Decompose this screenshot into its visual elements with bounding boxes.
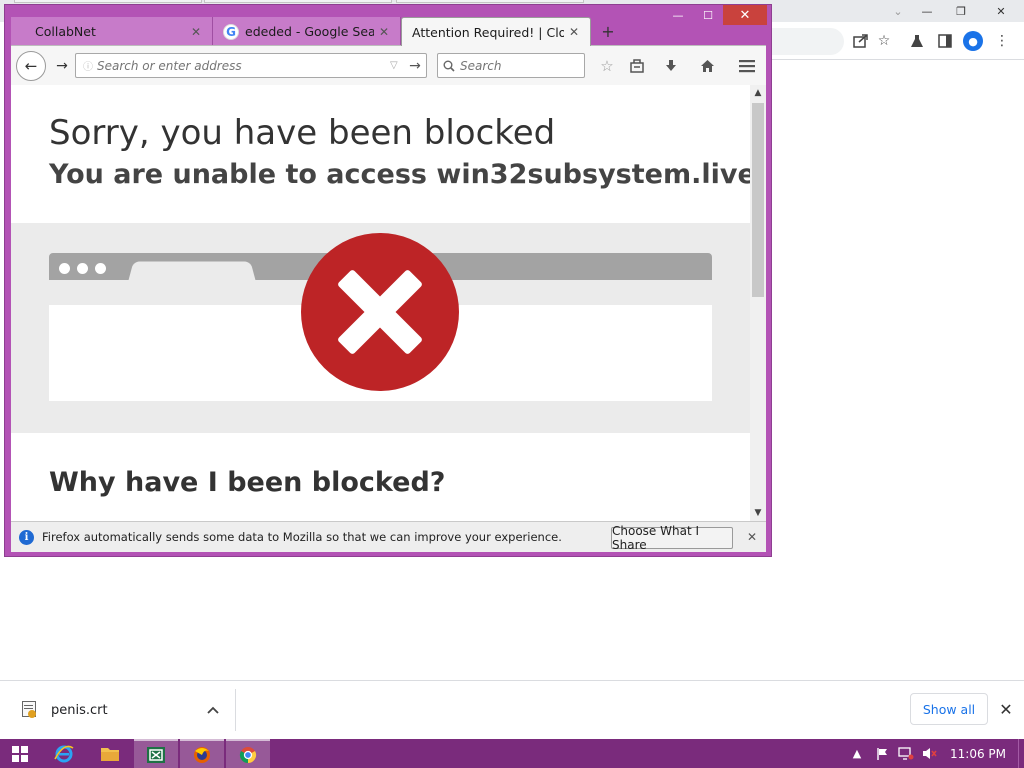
close-button[interactable]: ✕ xyxy=(723,5,767,25)
windows-logo-icon xyxy=(12,745,28,762)
tab-label: ededed - Google Search xyxy=(245,24,374,39)
maximize-button[interactable]: ☐ xyxy=(693,5,723,25)
close-tab-icon[interactable]: ✕ xyxy=(564,22,584,42)
back-arrow-icon[interactable]: ← xyxy=(16,51,46,81)
download-bar: penis.crt Show all ✕ xyxy=(0,681,1024,739)
search-bar[interactable] xyxy=(437,53,585,78)
file-explorer-icon[interactable] xyxy=(88,739,132,768)
blocked-illustration xyxy=(11,223,750,433)
page-title: Sorry, you have been blocked xyxy=(49,113,556,153)
search-icon xyxy=(438,60,460,72)
show-desktop-button[interactable] xyxy=(1018,739,1024,768)
kebab-menu-icon[interactable]: ⋮ xyxy=(991,31,1013,51)
choose-what-i-share-button[interactable]: Choose What I Share xyxy=(611,524,733,552)
tab-label: CollabNet xyxy=(35,24,96,39)
chrome-window-controls: ⌄ — ❐ ✕ xyxy=(886,0,1024,22)
clock[interactable]: 11:06 PM xyxy=(950,739,1006,768)
firefox-tab-strip: CollabNet ✕ G ededed - Google Search ✕ A… xyxy=(5,5,771,46)
certificate-file-icon xyxy=(20,701,38,719)
show-hidden-icons-icon[interactable]: ▲ xyxy=(850,739,864,768)
minimize-button[interactable]: — xyxy=(663,5,693,25)
tab-search-icon[interactable]: ⌄ xyxy=(886,0,910,22)
excel-icon[interactable] xyxy=(134,739,178,768)
google-icon: G xyxy=(223,23,239,40)
scroll-up-arrow-icon[interactable]: ▲ xyxy=(750,85,766,101)
firefox-window-controls: — ☐ ✕ xyxy=(663,5,767,27)
notification-bar: i Firefox automatically sends some data … xyxy=(11,521,766,552)
close-icon[interactable]: ✕ xyxy=(743,528,761,546)
chrome-toolbar: ☆ ● ⋮ xyxy=(770,22,1024,60)
dropdown-arrow-icon[interactable]: ▽ xyxy=(390,60,404,71)
share-icon[interactable] xyxy=(850,31,872,51)
chrome-tab[interactable] xyxy=(14,0,202,3)
go-arrow-icon[interactable]: → xyxy=(404,58,426,74)
url-input[interactable] xyxy=(97,55,390,76)
tab-collabnet[interactable]: CollabNet ✕ xyxy=(11,17,213,46)
firefox-icon[interactable] xyxy=(180,739,224,768)
url-bar[interactable]: ⓘ ▽ → xyxy=(75,53,427,78)
internet-explorer-icon[interactable] xyxy=(42,739,86,768)
notification-text: Firefox automatically sends some data to… xyxy=(42,530,562,544)
scroll-thumb[interactable] xyxy=(752,103,764,297)
tab-label: Attention Required! | Clou... xyxy=(412,24,564,40)
close-tab-icon[interactable]: ✕ xyxy=(374,22,394,42)
page-content: Sorry, you have been blocked You are una… xyxy=(11,85,750,521)
restore-button[interactable]: ❐ xyxy=(944,0,978,22)
side-panel-icon[interactable] xyxy=(934,31,956,51)
start-button[interactable] xyxy=(0,739,40,768)
scroll-down-arrow-icon[interactable]: ▼ xyxy=(750,505,766,521)
download-item[interactable]: penis.crt xyxy=(12,689,236,731)
close-tab-icon[interactable]: ✕ xyxy=(186,22,206,42)
volume-muted-icon[interactable] xyxy=(920,739,940,768)
tab-attention-required[interactable]: Attention Required! | Clou... ✕ xyxy=(401,17,591,46)
error-x-icon xyxy=(301,233,459,391)
star-icon[interactable]: ☆ xyxy=(873,31,895,51)
chrome-tab[interactable] xyxy=(396,0,584,3)
search-input[interactable] xyxy=(460,55,584,76)
download-file-name: penis.crt xyxy=(51,702,108,718)
close-icon[interactable]: ✕ xyxy=(996,697,1016,721)
minimize-button[interactable]: — xyxy=(910,0,944,22)
hamburger-menu-icon[interactable] xyxy=(735,54,759,78)
downloads-arrow-icon[interactable] xyxy=(659,54,683,78)
back-forward-group: ← → xyxy=(16,51,80,81)
profile-avatar-icon[interactable]: ● xyxy=(962,31,984,51)
info-icon: i xyxy=(19,529,34,545)
bookmark-star-icon[interactable]: ☆ xyxy=(595,54,619,78)
network-icon[interactable] xyxy=(896,739,916,768)
show-all-button[interactable]: Show all xyxy=(910,693,988,725)
labs-flask-icon[interactable] xyxy=(906,31,928,51)
chrome-omnibox[interactable] xyxy=(770,28,844,55)
vertical-scrollbar[interactable]: ▲ ▼ xyxy=(750,85,766,521)
chevron-up-icon[interactable] xyxy=(205,702,221,718)
reading-list-icon[interactable] xyxy=(625,54,649,78)
firefox-window: CollabNet ✕ G ededed - Google Search ✕ A… xyxy=(4,4,772,557)
site-info-icon[interactable]: ⓘ xyxy=(79,57,97,75)
taskbar: ▲ 11:06 PM xyxy=(0,739,1024,768)
home-icon[interactable] xyxy=(695,54,719,78)
close-button[interactable]: ✕ xyxy=(978,0,1024,22)
chrome-tab[interactable] xyxy=(204,0,392,3)
tab-google-search[interactable]: G ededed - Google Search ✕ xyxy=(213,17,401,46)
section-heading: Why have I been blocked? xyxy=(49,467,446,498)
new-tab-button[interactable]: + xyxy=(597,19,619,43)
chrome-icon[interactable] xyxy=(226,739,270,768)
firefox-nav-bar: ← → ⓘ ▽ → ☆ xyxy=(11,45,766,85)
forward-arrow-icon[interactable]: → xyxy=(48,56,76,76)
page-subtitle: You are unable to access win32subsystem.… xyxy=(49,159,750,190)
action-center-flag-icon[interactable] xyxy=(872,739,892,768)
